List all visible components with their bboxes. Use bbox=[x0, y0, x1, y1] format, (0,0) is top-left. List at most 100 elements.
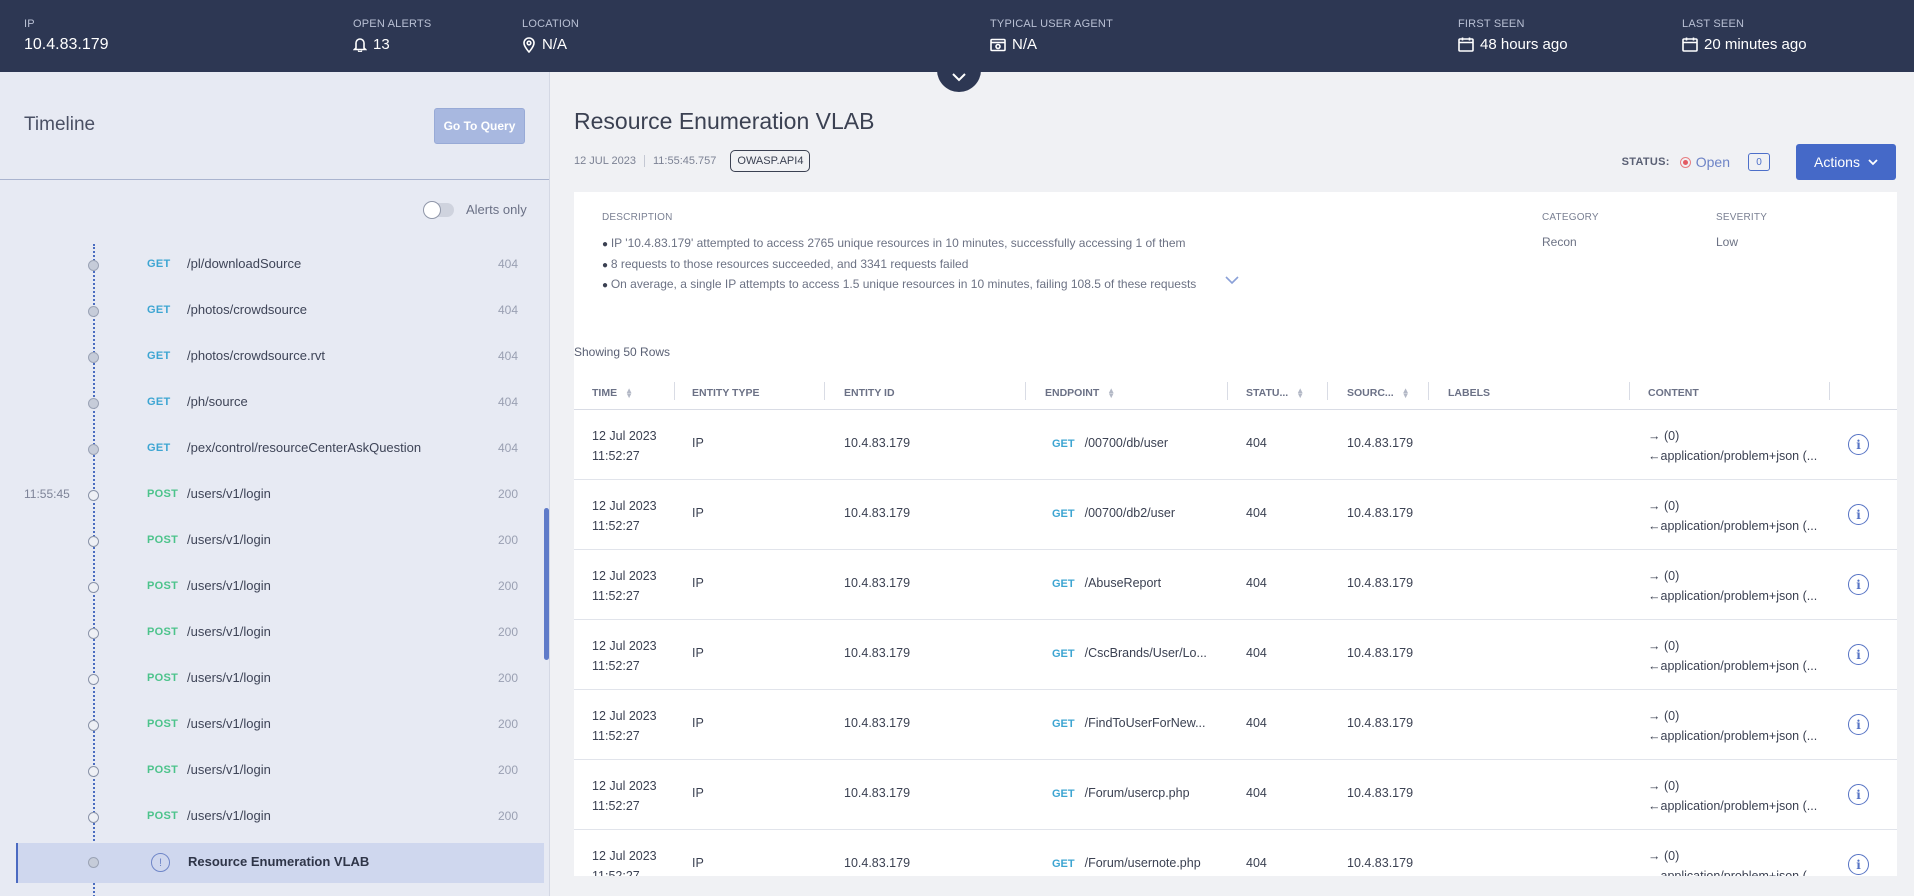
row-date: 12 Jul 2023 bbox=[592, 709, 657, 723]
timeline-item[interactable]: POST /users/v1/login 200 bbox=[0, 518, 545, 564]
http-method: POST bbox=[147, 718, 179, 730]
column-header-endpoint[interactable]: ENDPOINT ▲ ▼ bbox=[1045, 386, 1116, 400]
table-row[interactable]: 12 Jul 2023 11:52:27 IP 10.4.83.179 GET/F… bbox=[574, 760, 1897, 830]
timeline-item[interactable]: POST /users/v1/login 200 bbox=[0, 748, 545, 794]
row-source: 10.4.83.179 bbox=[1347, 506, 1414, 520]
table-row[interactable]: 12 Jul 2023 11:52:27 IP 10.4.83.179 GET/F… bbox=[574, 830, 1897, 876]
http-method: POST bbox=[147, 580, 179, 592]
table-row[interactable]: 12 Jul 2023 11:52:27 IP 10.4.83.179 GET/A… bbox=[574, 550, 1897, 620]
open-alerts-value: 13 bbox=[373, 36, 390, 53]
calendar-icon bbox=[1458, 37, 1474, 52]
timeline-scrollbar[interactable] bbox=[544, 508, 549, 660]
owasp-tag[interactable]: OWASP.API4 bbox=[730, 150, 811, 172]
timeline-alert-item[interactable]: ! Resource Enumeration VLAB bbox=[16, 843, 544, 883]
status-code: 200 bbox=[498, 579, 519, 593]
row-date: 12 Jul 2023 bbox=[592, 849, 657, 863]
first-seen-field: FIRST SEEN 48 hours ago bbox=[1458, 18, 1568, 53]
info-icon[interactable]: i bbox=[1848, 644, 1869, 665]
column-divider[interactable] bbox=[1227, 382, 1228, 400]
column-header-entity-id[interactable]: ENTITY ID bbox=[844, 387, 895, 399]
column-header-labels[interactable]: LABELS bbox=[1448, 387, 1490, 399]
expand-description-button[interactable] bbox=[1211, 260, 1253, 300]
timeline-path: /users/v1/login bbox=[187, 670, 271, 685]
timeline-item[interactable]: POST /users/v1/login 200 bbox=[0, 656, 545, 702]
info-icon[interactable]: i bbox=[1848, 434, 1869, 455]
timeline-path: /ph/source bbox=[187, 394, 248, 409]
go-to-query-button[interactable]: Go To Query bbox=[434, 108, 525, 144]
info-icon[interactable]: i bbox=[1848, 504, 1869, 525]
alert-icon: ! bbox=[151, 853, 170, 872]
timeline-item[interactable]: GET /photos/crowdsource 404 bbox=[0, 288, 545, 334]
info-icon[interactable]: i bbox=[1848, 574, 1869, 595]
timeline-item[interactable]: POST /users/v1/login 200 bbox=[0, 610, 545, 656]
timeline-item[interactable]: POST /users/v1/login 200 bbox=[0, 794, 545, 840]
info-icon[interactable]: i bbox=[1848, 714, 1869, 735]
table-row[interactable]: 12 Jul 2023 11:52:27 IP 10.4.83.179 GET/F… bbox=[574, 690, 1897, 760]
http-method: GET bbox=[147, 350, 171, 362]
timeline-item[interactable]: 11:55:45 POST /users/v1/login 200 bbox=[0, 472, 545, 518]
status-code: 404 bbox=[498, 395, 519, 409]
bell-icon bbox=[353, 38, 367, 52]
user-agent-value: N/A bbox=[1012, 36, 1038, 53]
http-method: GET bbox=[147, 258, 171, 270]
comment-icon[interactable]: 0 bbox=[1748, 153, 1770, 171]
column-divider[interactable] bbox=[674, 382, 675, 400]
http-method: POST bbox=[147, 626, 179, 638]
status-dropdown[interactable]: Open bbox=[1679, 154, 1730, 170]
timeline-node bbox=[88, 582, 99, 593]
column-divider[interactable] bbox=[1829, 382, 1830, 400]
column-header-status[interactable]: STATU... ▲ ▼ bbox=[1246, 387, 1304, 400]
timeline-path: /pl/downloadSource bbox=[187, 256, 302, 271]
user-agent-field: TYPICAL USER AGENT N/A bbox=[990, 18, 1113, 53]
status-code: 200 bbox=[498, 533, 519, 547]
column-header-content[interactable]: CONTENT bbox=[1648, 387, 1699, 399]
row-endpoint: GET/00700/db2/user bbox=[1052, 506, 1175, 520]
http-method: GET bbox=[147, 442, 171, 454]
row-entity-type: IP bbox=[692, 646, 704, 660]
timeline-header: Timeline Go To Query bbox=[0, 72, 549, 180]
row-status: 404 bbox=[1246, 646, 1267, 660]
open-alerts-label: OPEN ALERTS bbox=[353, 18, 432, 30]
column-divider[interactable] bbox=[1428, 382, 1429, 400]
divider bbox=[643, 155, 645, 167]
http-method: GET bbox=[1052, 788, 1075, 800]
http-method: GET bbox=[147, 396, 171, 408]
column-header-time[interactable]: TIME ▲ ▼ bbox=[592, 386, 634, 400]
timeline-item[interactable]: GET /photos/crowdsource.rvt 404 bbox=[0, 334, 545, 380]
table-row[interactable]: 12 Jul 2023 11:52:27 IP 10.4.83.179 GET/0… bbox=[574, 410, 1897, 480]
column-divider[interactable] bbox=[824, 382, 825, 400]
column-header-source[interactable]: SOURC... ▲ ▼ bbox=[1347, 386, 1410, 400]
timeline-path: /users/v1/login bbox=[187, 624, 271, 639]
column-header-entity-type[interactable]: ENTITY TYPE bbox=[692, 387, 760, 399]
timeline-path: /pex/control/resourceCenterAskQuestion bbox=[187, 440, 422, 455]
row-status: 404 bbox=[1246, 786, 1267, 800]
sort-icon: ▲ ▼ bbox=[1401, 386, 1410, 400]
row-content-response: ←application/problem+json (... bbox=[1648, 449, 1818, 463]
timeline-item[interactable]: GET /ph/source 404 bbox=[0, 380, 545, 426]
table-row[interactable]: 12 Jul 2023 11:52:27 IP 10.4.83.179 GET/C… bbox=[574, 620, 1897, 690]
timeline-item[interactable]: GET /pl/downloadSource 404 bbox=[0, 242, 545, 288]
category-label: CATEGORY bbox=[1542, 212, 1599, 223]
row-content-response: ←application/problem+json (... bbox=[1648, 589, 1818, 603]
actions-button[interactable]: Actions bbox=[1796, 144, 1896, 180]
http-method: POST bbox=[147, 810, 179, 822]
severity-label: SEVERITY bbox=[1716, 212, 1768, 223]
row-content-response: ←application/problem+json (... bbox=[1648, 799, 1818, 813]
timeline-node bbox=[88, 766, 99, 777]
column-divider[interactable] bbox=[1025, 382, 1026, 400]
column-divider[interactable] bbox=[1327, 382, 1328, 400]
sort-icon: ▲ ▼ bbox=[625, 386, 634, 400]
sort-icon: ▲ ▼ bbox=[1107, 386, 1116, 400]
row-time: 11:52:27 bbox=[592, 729, 640, 743]
last-seen-value: 20 minutes ago bbox=[1704, 36, 1807, 53]
info-icon[interactable]: i bbox=[1848, 854, 1869, 875]
http-method: POST bbox=[147, 488, 179, 500]
info-icon[interactable]: i bbox=[1848, 784, 1869, 805]
timeline-item[interactable]: GET /pex/control/resourceCenterAskQuesti… bbox=[0, 426, 545, 472]
chevron-down-icon bbox=[1225, 276, 1239, 285]
table-row[interactable]: 12 Jul 2023 11:52:27 IP 10.4.83.179 GET/0… bbox=[574, 480, 1897, 550]
timeline-item[interactable]: POST /users/v1/login 200 bbox=[0, 564, 545, 610]
column-divider[interactable] bbox=[1629, 382, 1630, 400]
timeline-item[interactable]: POST /users/v1/login 200 bbox=[0, 702, 545, 748]
alerts-only-toggle[interactable] bbox=[423, 200, 454, 219]
